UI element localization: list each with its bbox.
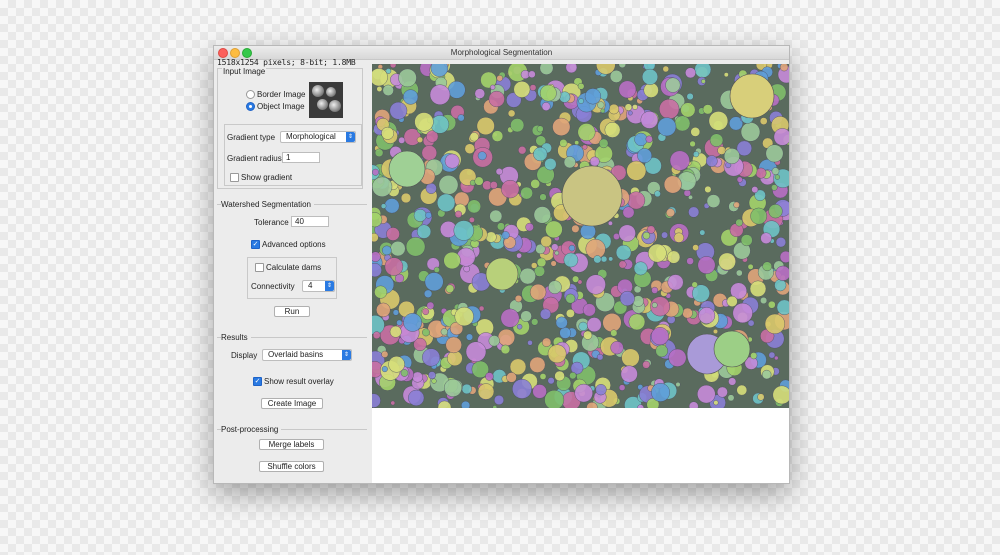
post-processing-title: Post-processing bbox=[221, 425, 282, 434]
close-button[interactable] bbox=[218, 48, 228, 58]
calculate-dams-label: Calculate dams bbox=[266, 263, 322, 272]
show-overlay-checkbox[interactable]: ✓ bbox=[253, 377, 262, 386]
show-gradient-checkbox[interactable] bbox=[230, 173, 239, 182]
connectivity-label: Connectivity bbox=[251, 282, 295, 291]
display-select[interactable]: Overlaid basins ⇕ bbox=[262, 349, 352, 361]
gradient-type-label: Gradient type bbox=[227, 133, 276, 142]
gradient-radius-input[interactable]: 1 bbox=[282, 152, 320, 163]
run-button[interactable]: Run bbox=[274, 306, 310, 317]
gradient-radius-label: Gradient radius bbox=[227, 154, 282, 163]
gradient-type-select[interactable]: Morphological ⇕ bbox=[280, 131, 356, 143]
results-title: Results bbox=[221, 333, 251, 342]
connectivity-value: 4 bbox=[308, 281, 313, 290]
zoom-button[interactable] bbox=[242, 48, 252, 58]
control-panel: Input Image Border Image Object Image Gr… bbox=[214, 64, 371, 483]
input-preview-thumbnail bbox=[309, 82, 343, 118]
border-image-label: Border Image bbox=[257, 90, 306, 99]
select-arrow-icon: ⇕ bbox=[342, 350, 351, 360]
select-arrow-icon: ⇕ bbox=[346, 132, 355, 142]
segmentation-image-canvas[interactable] bbox=[372, 64, 789, 408]
object-image-radio[interactable] bbox=[246, 102, 255, 111]
window-title: Morphological Segmentation bbox=[450, 48, 553, 57]
select-arrow-icon: ⇕ bbox=[325, 281, 334, 291]
merge-labels-button[interactable]: Merge labels bbox=[259, 439, 324, 450]
canvas-empty-area bbox=[372, 408, 789, 483]
object-image-label: Object Image bbox=[257, 102, 305, 111]
shuffle-colors-button[interactable]: Shuffle colors bbox=[259, 461, 324, 472]
app-window: Morphological Segmentation 1518x1254 pix… bbox=[213, 45, 790, 484]
tolerance-input[interactable]: 40 bbox=[291, 216, 329, 227]
minimize-button[interactable] bbox=[230, 48, 240, 58]
advanced-options-checkbox[interactable]: ✓ bbox=[251, 240, 260, 249]
advanced-options-label: Advanced options bbox=[262, 240, 326, 249]
tolerance-label: Tolerance bbox=[254, 218, 289, 227]
watershed-title: Watershed Segmentation bbox=[221, 200, 314, 209]
segmented-image bbox=[372, 64, 789, 408]
create-image-button[interactable]: Create Image bbox=[261, 398, 323, 409]
display-label: Display bbox=[231, 351, 258, 360]
show-overlay-label: Show result overlay bbox=[264, 377, 334, 386]
show-gradient-label: Show gradient bbox=[241, 173, 293, 182]
gradient-type-value: Morphological bbox=[286, 132, 336, 141]
connectivity-select[interactable]: 4 ⇕ bbox=[302, 280, 335, 292]
calculate-dams-checkbox[interactable] bbox=[255, 263, 264, 272]
display-value: Overlaid basins bbox=[268, 350, 324, 359]
border-image-radio[interactable] bbox=[246, 90, 255, 99]
input-image-title: Input Image bbox=[222, 67, 267, 76]
